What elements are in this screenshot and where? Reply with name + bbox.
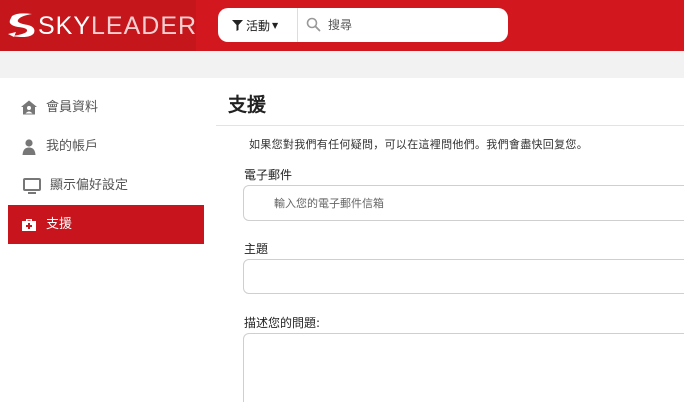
intro-text: 如果您對我們有任何疑問，可以在這裡問他們。我們會盡快回复您。 — [249, 138, 588, 151]
search-input[interactable] — [322, 12, 492, 38]
search-bar: 活動 ▼ — [218, 8, 508, 42]
page-title: 支援 — [228, 94, 267, 116]
filter-icon — [232, 19, 243, 31]
description-label: 描述您的問題: — [244, 316, 321, 330]
sidebar-item-support[interactable]: 支援 — [8, 205, 204, 244]
sidebar-item-label: 會員資料 — [46, 100, 99, 115]
logo-text-sky: SKY — [38, 12, 92, 40]
sidebar-item-label: 顯示偏好設定 — [50, 178, 129, 193]
sidebar-item-display-preferences[interactable]: 顯示偏好設定 — [8, 166, 204, 205]
person-icon — [22, 139, 36, 155]
logo-swoosh-icon — [8, 13, 35, 38]
sidebar-item-label: 我的帳戶 — [46, 139, 99, 154]
sidebar-item-account[interactable]: 我的帳戶 — [8, 127, 204, 166]
description-textarea[interactable] — [243, 333, 684, 402]
sub-header-bar — [0, 51, 684, 78]
activity-filter-label: 活動 — [246, 18, 271, 33]
sidebar-item-profile[interactable]: 會員資料 — [8, 88, 204, 127]
activity-filter-button[interactable]: 活動 ▼ — [232, 8, 278, 42]
home-user-icon — [21, 100, 37, 115]
title-divider — [216, 125, 684, 126]
email-field-wrapper — [243, 185, 684, 221]
subject-field[interactable] — [244, 260, 684, 293]
logo-text-leader: LEADER — [91, 12, 198, 40]
top-bar: SKYLEADER 活動 ▼ — [0, 0, 684, 51]
email-field[interactable] — [244, 186, 684, 220]
first-aid-kit-icon — [22, 219, 36, 231]
search-icon — [306, 17, 321, 32]
caret-down-icon: ▼ — [272, 20, 279, 30]
sidebar-item-label: 支援 — [46, 217, 73, 232]
search-divider — [297, 8, 298, 42]
subject-label: 主題 — [244, 242, 269, 256]
logo[interactable]: SKYLEADER — [0, 0, 196, 51]
email-label: 電子郵件 — [244, 168, 293, 182]
subject-field-wrapper — [243, 259, 684, 294]
monitor-icon — [23, 178, 41, 194]
sidebar: 會員資料 我的帳戶 顯示偏好設定 支援 — [8, 88, 204, 244]
